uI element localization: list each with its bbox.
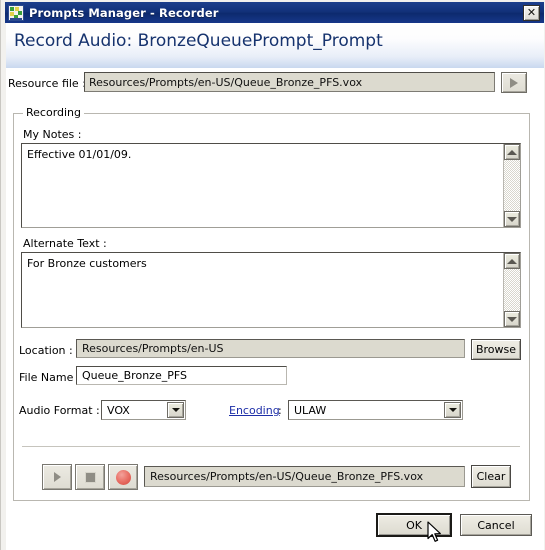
prompts-manager-icon	[8, 4, 24, 21]
play-icon	[53, 472, 61, 482]
my-notes-value: Effective 01/01/09.	[27, 148, 132, 161]
chevron-down-icon[interactable]	[444, 402, 461, 418]
encoding-value: ULAW	[294, 403, 327, 417]
audio-format-label: Audio Format :	[19, 404, 100, 417]
stop-button[interactable]	[75, 464, 105, 490]
alternate-text-value: For Bronze customers	[27, 257, 147, 270]
scroll-up-button[interactable]	[504, 253, 520, 269]
chevron-up-icon	[507, 149, 517, 155]
play-button[interactable]	[42, 464, 72, 490]
alternate-text-scrollbar[interactable]	[503, 253, 520, 327]
chevron-down-icon	[507, 216, 517, 222]
browse-button[interactable]: Browse	[471, 339, 521, 360]
chevron-down-icon[interactable]	[167, 402, 184, 418]
record-button[interactable]	[108, 464, 138, 490]
header-band: Record Audio: BronzeQueuePrompt_Prompt	[6, 23, 544, 68]
recorder-dialog-window: Prompts Manager - Recorder ✕ Record Audi…	[0, 0, 545, 550]
resource-play-button[interactable]	[501, 72, 527, 93]
scroll-down-button[interactable]	[504, 311, 520, 327]
stop-icon	[84, 471, 96, 483]
player-separator	[22, 446, 520, 447]
resource-file-field: Resources/Prompts/en-US/Queue_Bronze_PFS…	[84, 72, 495, 92]
page-title: Record Audio: BronzeQueuePrompt_Prompt	[14, 31, 383, 51]
chevron-down-icon	[507, 316, 517, 322]
my-notes-label: My Notes :	[23, 128, 82, 141]
file-name-label: File Name :	[19, 371, 81, 384]
recording-groupbox-legend: Recording	[23, 106, 85, 119]
scroll-down-button[interactable]	[504, 211, 520, 227]
player-path-field: Resources/Prompts/en-US/Queue_Bronze_PFS…	[144, 466, 465, 487]
alternate-text-textarea[interactable]: For Bronze customers	[21, 252, 521, 328]
ok-button[interactable]: OK	[376, 513, 452, 537]
location-field: Resources/Prompts/en-US	[76, 339, 465, 358]
close-icon[interactable]: ✕	[523, 4, 540, 21]
cancel-button[interactable]: Cancel	[460, 514, 532, 536]
alternate-text-label: Alternate Text :	[23, 237, 107, 250]
audio-format-select[interactable]: VOX	[101, 400, 186, 420]
title-bar: Prompts Manager - Recorder ✕	[5, 2, 544, 23]
resource-file-label: Resource file :	[8, 77, 86, 90]
record-icon	[115, 469, 131, 485]
encoding-select[interactable]: ULAW	[288, 400, 463, 420]
my-notes-textarea[interactable]: Effective 01/01/09.	[21, 143, 521, 228]
my-notes-scrollbar[interactable]	[503, 144, 520, 227]
chevron-up-icon	[507, 258, 517, 264]
play-icon	[510, 77, 518, 88]
location-label: Location :	[19, 344, 73, 357]
clear-button[interactable]: Clear	[471, 465, 511, 488]
file-name-input[interactable]: Queue_Bronze_PFS	[76, 366, 287, 385]
encoding-colon: :	[278, 404, 282, 417]
encoding-link[interactable]: Encoding	[229, 404, 280, 417]
scroll-up-button[interactable]	[504, 144, 520, 160]
window-title: Prompts Manager - Recorder	[29, 5, 219, 20]
audio-format-value: VOX	[107, 403, 130, 417]
